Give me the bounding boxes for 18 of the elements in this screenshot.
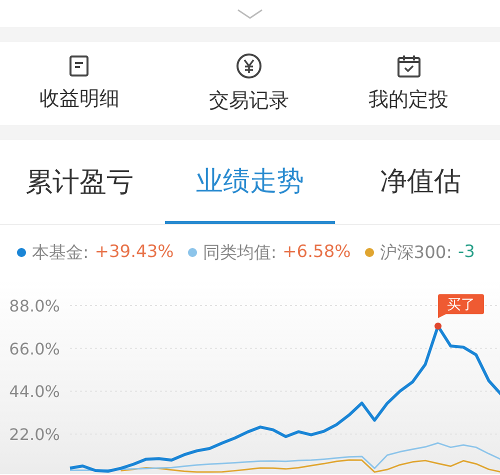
axis-tick-label: 88.0% xyxy=(9,296,60,316)
annotation: 买了 xyxy=(447,297,476,314)
legend-label: 本基金: xyxy=(32,242,89,264)
legend-value: +39.43% xyxy=(94,242,174,262)
tab[interactable]: 业绩走势 xyxy=(165,140,335,224)
legend-value: -3 xyxy=(458,242,475,262)
shortcut-label[interactable]: 交易记录 xyxy=(208,87,289,114)
legend-label: 沪深300: xyxy=(380,242,452,264)
legend-value: +6.58% xyxy=(282,242,351,262)
axis-tick-label: 44.0% xyxy=(9,382,60,402)
tab[interactable]: 累计盈亏 xyxy=(0,140,160,224)
tab[interactable]: 净值估 xyxy=(340,140,500,224)
shortcut-label[interactable]: 收益明细 xyxy=(39,85,120,112)
shortcut-label[interactable]: 我的定投 xyxy=(368,86,449,113)
axis-tick-label: 22.0% xyxy=(9,425,60,444)
legend-label: 同类均值: xyxy=(202,242,277,264)
axis-tick-label: 66.0% xyxy=(9,339,60,358)
buy-tag: 买了 xyxy=(438,294,484,318)
